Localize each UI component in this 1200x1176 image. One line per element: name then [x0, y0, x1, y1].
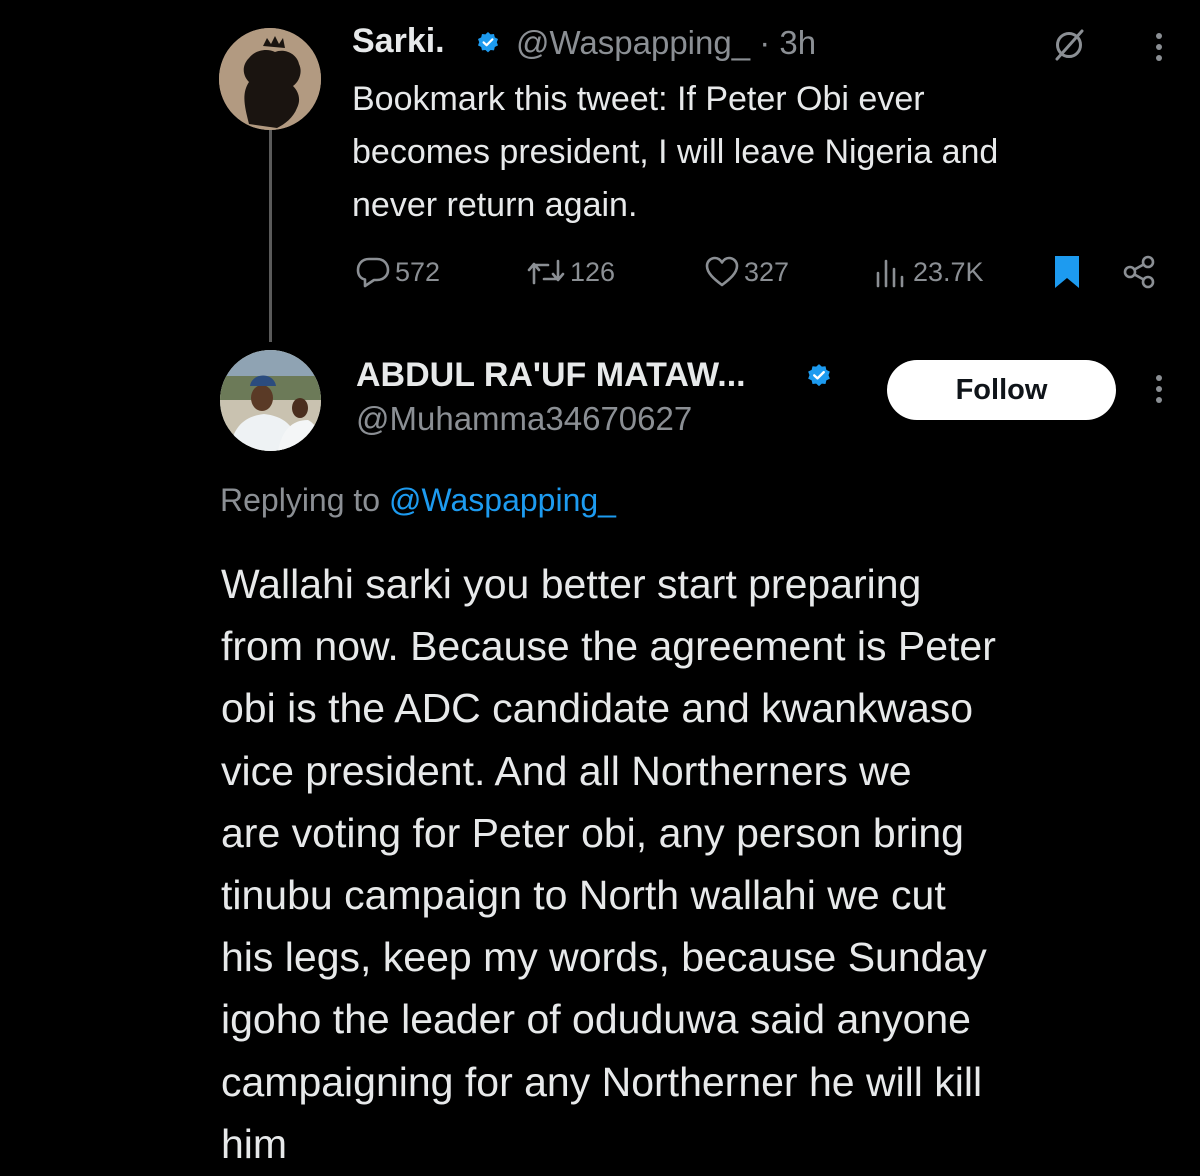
replying-to-label: Replying to: [220, 482, 381, 518]
avatar-silhouette-icon: [219, 28, 321, 130]
repost-count: 126: [570, 256, 616, 287]
author-handle[interactable]: @Waspapping_: [516, 24, 750, 61]
grok-icon[interactable]: [1052, 28, 1086, 62]
like-count: 327: [744, 256, 790, 287]
heart-icon: [705, 256, 739, 287]
repost-icon: [527, 259, 565, 285]
more-options-icon[interactable]: [1155, 33, 1163, 66]
views-button[interactable]: 23.7K: [873, 254, 984, 290]
share-button[interactable]: [1122, 254, 1158, 290]
replying-to-mention[interactable]: @Waspapping_: [389, 482, 616, 518]
like-button[interactable]: 327: [704, 254, 789, 290]
avatar-abdul[interactable]: [220, 350, 321, 451]
thread-connector-line: [269, 130, 272, 342]
verified-badge-icon: [808, 364, 830, 387]
repost-button[interactable]: 126: [526, 254, 615, 290]
author-handle-time[interactable]: @Waspapping_ · 3h: [516, 24, 816, 62]
author-name[interactable]: Sarki.: [352, 22, 445, 61]
reply-author-name[interactable]: ABDUL RA'UF MATAW...: [356, 356, 746, 395]
bookmark-filled-icon: [1055, 256, 1079, 288]
more-options-icon[interactable]: [1155, 375, 1163, 408]
reply-count: 572: [395, 256, 441, 287]
tweet-timestamp: · 3h: [759, 24, 817, 61]
bookmark-button[interactable]: [1052, 254, 1082, 290]
follow-button[interactable]: Follow: [887, 360, 1116, 420]
share-icon: [1123, 255, 1155, 289]
views-icon: [876, 259, 904, 288]
reply-icon: [356, 257, 390, 288]
reply-button[interactable]: 572: [355, 254, 440, 290]
replying-to-line: Replying to @Waspapping_: [220, 482, 616, 519]
reply-tweet-text: Wallahi sarki you better start preparing…: [221, 561, 996, 1167]
verified-badge-icon: [478, 32, 498, 53]
tweet-text: Bookmark this tweet: If Peter Obi ever b…: [352, 80, 999, 224]
avatar-photo-icon: [220, 350, 321, 451]
views-count: 23.7K: [913, 256, 984, 287]
avatar-sarki[interactable]: [219, 28, 321, 130]
reply-author-handle[interactable]: @Muhamma34670627: [356, 400, 692, 438]
